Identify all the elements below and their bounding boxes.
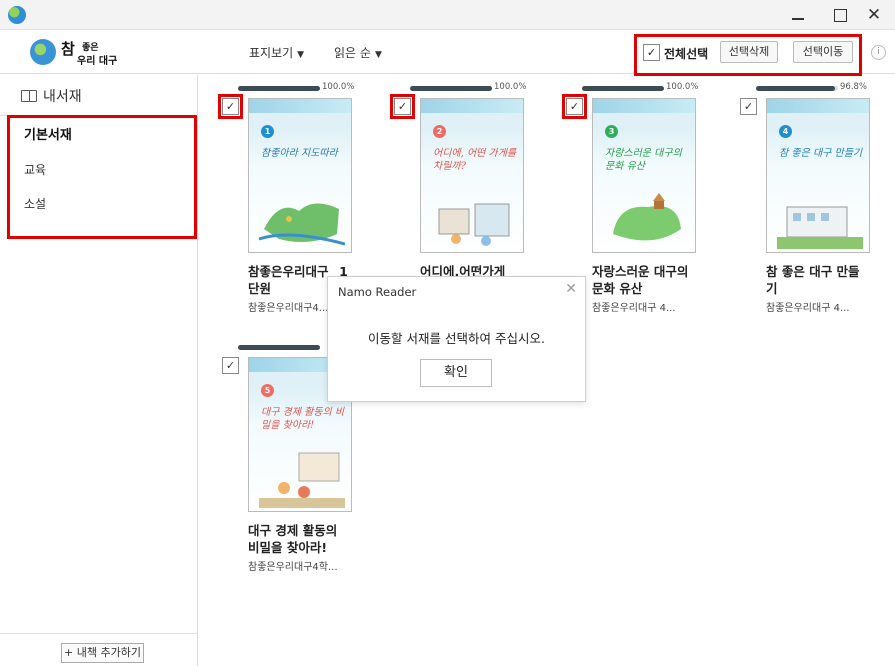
book-card[interactable]: 96.8% ✓ 4 참 좋은 대구 만들기 참 좋은 대구 만들기 참좋은우리대… [740, 82, 870, 326]
my-library-label: 내서재 [43, 89, 82, 105]
app-logo: 참 좋은 우리 대구 [30, 38, 120, 67]
progress-bar [238, 86, 320, 91]
cover-band [421, 99, 523, 113]
highlight-box-checkbox [390, 94, 415, 119]
cover-title: 참 좋은 대구 만들기 [779, 148, 863, 159]
minimize-button[interactable] [786, 4, 810, 26]
open-book-icon [21, 90, 37, 102]
info-icon[interactable]: i [871, 45, 886, 60]
cover-number-badge: 1 [261, 125, 274, 138]
progress-label: 100.0% [666, 82, 699, 92]
highlight-box-checkbox [218, 94, 243, 119]
dialog-title: Namo Reader [338, 285, 417, 299]
book-author: 참좋은우리대구4학... [248, 562, 338, 573]
close-button[interactable]: ✕ [862, 4, 886, 26]
add-shelf-button[interactable]: + 내책 추가하기 [61, 643, 144, 663]
cover-title: 자랑스러운 대구의 문화 유산 [605, 148, 682, 172]
book-cover[interactable]: 4 참 좋은 대구 만들기 [766, 98, 870, 253]
divider [0, 633, 197, 634]
cover-title: 어디에, 어떤 가게를 차릴까? [433, 148, 517, 172]
ok-button[interactable]: 확인 [420, 359, 492, 387]
chevron-down-icon: ▼ [374, 50, 382, 60]
app-globe-icon [8, 6, 26, 24]
highlight-box-checkbox [562, 94, 587, 119]
sidebar-my-library[interactable]: 내서재 [21, 86, 82, 106]
progress-fill [582, 86, 664, 91]
progress-fill [410, 86, 492, 91]
progress-label: 96.8% [840, 82, 868, 92]
move-dialog: Namo Reader ✕ 이동할 서재를 선택하여 주십시오. 확인 [327, 276, 586, 402]
cover-illustration [259, 203, 345, 246]
cover-illustration [777, 206, 863, 249]
cover-band [249, 99, 351, 113]
book-title[interactable]: 자랑스러운 대구의 문화 유산 [592, 263, 696, 297]
highlight-box-toolbar [634, 34, 862, 76]
book-cover[interactable]: 1 참좋아라 지도따라 [248, 98, 352, 253]
chevron-down-icon: ▼ [297, 50, 305, 60]
progress-label: 100.0% [494, 82, 527, 92]
dialog-message: 이동할 서재를 선택하여 주십시오. [368, 331, 545, 346]
book-title[interactable]: 대구 경제 활동의 비밀을 찾아라! [248, 522, 352, 556]
title-bar: ✕ [0, 0, 895, 30]
progress-bar [238, 345, 320, 350]
book-title[interactable]: 참 좋은 대구 만들기 [766, 263, 870, 297]
close-icon[interactable]: ✕ [565, 281, 577, 297]
sort-label: 읽은 순 [334, 46, 371, 60]
view-mode-label: 표지보기 [249, 46, 294, 60]
book-author: 참좋은우리대구 4... [766, 303, 850, 314]
logo-text-bottom: 우리 대구 [77, 56, 118, 67]
globe-logo-icon [30, 39, 56, 65]
sort-dropdown[interactable]: 읽은 순 ▼ [334, 44, 382, 61]
progress-bar [582, 86, 664, 91]
cover-illustration [613, 193, 681, 241]
cover-number-badge: 4 [779, 125, 792, 138]
book-checkbox[interactable]: ✓ [222, 357, 239, 374]
book-cover[interactable]: 2 어디에, 어떤 가게를 차릴까? [420, 98, 524, 253]
progress-fill [238, 86, 320, 91]
cover-title: 참좋아라 지도따라 [261, 148, 338, 159]
progress-fill [756, 86, 836, 91]
progress-label: 100.0% [322, 82, 355, 92]
maximize-button[interactable] [828, 4, 852, 26]
view-mode-dropdown[interactable]: 표지보기 ▼ [249, 44, 304, 61]
highlight-box-sidebar [7, 115, 197, 239]
logo-text-main: 참 [61, 40, 75, 58]
cover-band [767, 99, 869, 113]
cover-band [593, 99, 695, 113]
cover-number-badge: 3 [605, 125, 618, 138]
book-author: 참좋은우리대구 4... [592, 303, 676, 314]
cover-number-badge: 2 [433, 125, 446, 138]
cover-number-badge: 5 [261, 384, 274, 397]
progress-fill [238, 345, 320, 350]
cover-title: 대구 경제 활동의 비밀을 찾아라! [261, 407, 345, 431]
book-checkbox[interactable]: ✓ [740, 98, 757, 115]
cover-illustration [438, 203, 510, 246]
cover-illustration [259, 452, 345, 508]
book-cover[interactable]: 3 자랑스러운 대구의 문화 유산 [592, 98, 696, 253]
progress-bar [410, 86, 492, 91]
progress-bar [756, 86, 838, 91]
